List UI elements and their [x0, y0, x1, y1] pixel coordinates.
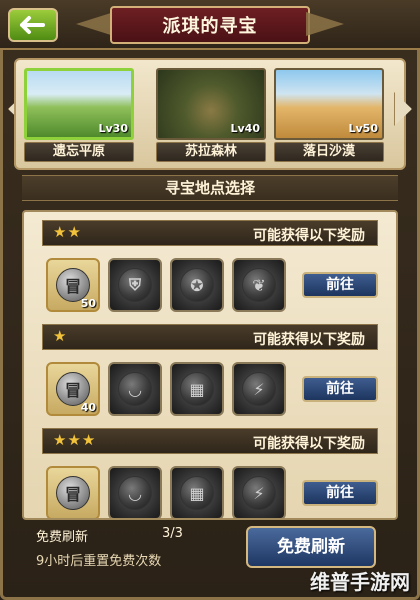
- coin-reward-slot[interactable]: 冒 50: [46, 258, 100, 312]
- reward-count: 50: [80, 297, 96, 310]
- map-selector: Lv30 遗忘平原 Lv40 苏拉森林 Lv50 落日沙漠: [14, 58, 406, 170]
- map-card-sunset-desert[interactable]: Lv50 落日沙漠: [274, 68, 384, 164]
- watermark: 维普手游网: [310, 570, 410, 594]
- treasure-location-list: ★★ 可能获得以下奖励 冒 50 ⛨ ✪ ❦ 前往 ★ 可能获得以下奖励 冒 4…: [22, 210, 398, 520]
- back-button[interactable]: [8, 8, 58, 42]
- silver-coin-icon: 冒: [56, 476, 90, 510]
- reward-slot[interactable]: ✪: [170, 258, 224, 312]
- star-emblem-icon: ✪: [180, 268, 214, 302]
- reward-slot[interactable]: ▦: [170, 466, 224, 518]
- go-button[interactable]: 前往: [302, 376, 378, 402]
- page-title-banner: 派琪的寻宝: [110, 6, 310, 44]
- wall-icon: ▦: [180, 476, 214, 510]
- reward-slot[interactable]: ⚡: [232, 466, 286, 518]
- row-header: ★★ 可能获得以下奖励: [42, 220, 378, 246]
- reward-slot[interactable]: ▦: [170, 362, 224, 416]
- map-name: 苏拉森林: [156, 142, 266, 162]
- back-arrow-icon: [20, 16, 45, 34]
- reward-slot[interactable]: ⚡: [232, 362, 286, 416]
- coin-reward-slot[interactable]: 冒: [46, 466, 100, 518]
- treasure-row: ★★ 可能获得以下奖励 冒 50 ⛨ ✪ ❦ 前往: [24, 212, 396, 316]
- treasure-row: ★★★ 可能获得以下奖励 冒 ◡ ▦ ⚡ 前往: [24, 420, 396, 518]
- banner-right-ornament: [306, 12, 344, 36]
- map-name: 落日沙漠: [274, 142, 384, 162]
- claw-icon: ⚡: [242, 372, 276, 406]
- free-refresh-count: 3/3: [162, 526, 183, 541]
- reward-label: 可能获得以下奖励: [253, 228, 365, 244]
- go-button[interactable]: 前往: [302, 272, 378, 298]
- coin-reward-slot[interactable]: 冒 40: [46, 362, 100, 416]
- bowl-icon: ◡: [118, 372, 152, 406]
- wall-icon: ▦: [180, 372, 214, 406]
- treasure-row: ★ 可能获得以下奖励 冒 40 ◡ ▦ ⚡ 前往: [24, 316, 396, 420]
- free-refresh-label: 免费刷新: [36, 530, 89, 545]
- star-rating-icon: ★: [53, 327, 68, 345]
- reward-label: 可能获得以下奖励: [253, 436, 365, 452]
- reward-label: 可能获得以下奖励: [253, 332, 365, 348]
- leaf-icon: ❦: [242, 268, 276, 302]
- reward-slot[interactable]: ◡: [108, 362, 162, 416]
- row-header: ★ 可能获得以下奖励: [42, 324, 378, 350]
- star-rating-icon: ★★: [53, 223, 82, 241]
- map-level: Lv30: [98, 122, 129, 135]
- reset-hint: 9小时后重置免费次数: [36, 554, 162, 569]
- reward-slot[interactable]: ◡: [108, 466, 162, 518]
- page-title: 派琪的寻宝: [162, 16, 258, 37]
- header-bar: 派琪的寻宝: [0, 0, 420, 50]
- map-level: Lv50: [348, 122, 379, 135]
- map-name: 遗忘平原: [24, 142, 134, 162]
- star-rating-icon: ★★★: [53, 431, 97, 449]
- reward-slot[interactable]: ⛨: [108, 258, 162, 312]
- row-header: ★★★ 可能获得以下奖励: [42, 428, 378, 454]
- reward-count: 40: [80, 401, 96, 414]
- claw-icon: ⚡: [242, 476, 276, 510]
- shield-icon: ⛨: [118, 268, 152, 302]
- map-level: Lv40: [230, 122, 261, 135]
- free-refresh-button[interactable]: 免费刷新: [246, 526, 376, 568]
- map-card-forgotten-plains[interactable]: Lv30 遗忘平原: [24, 68, 134, 164]
- map-card-sula-forest[interactable]: Lv40 苏拉森林: [156, 68, 266, 164]
- banner-left-ornament: [76, 12, 114, 36]
- go-button[interactable]: 前往: [302, 480, 378, 506]
- reward-slot[interactable]: ❦: [232, 258, 286, 312]
- section-title: 寻宝地点选择: [22, 175, 398, 201]
- bowl-icon: ◡: [118, 476, 152, 510]
